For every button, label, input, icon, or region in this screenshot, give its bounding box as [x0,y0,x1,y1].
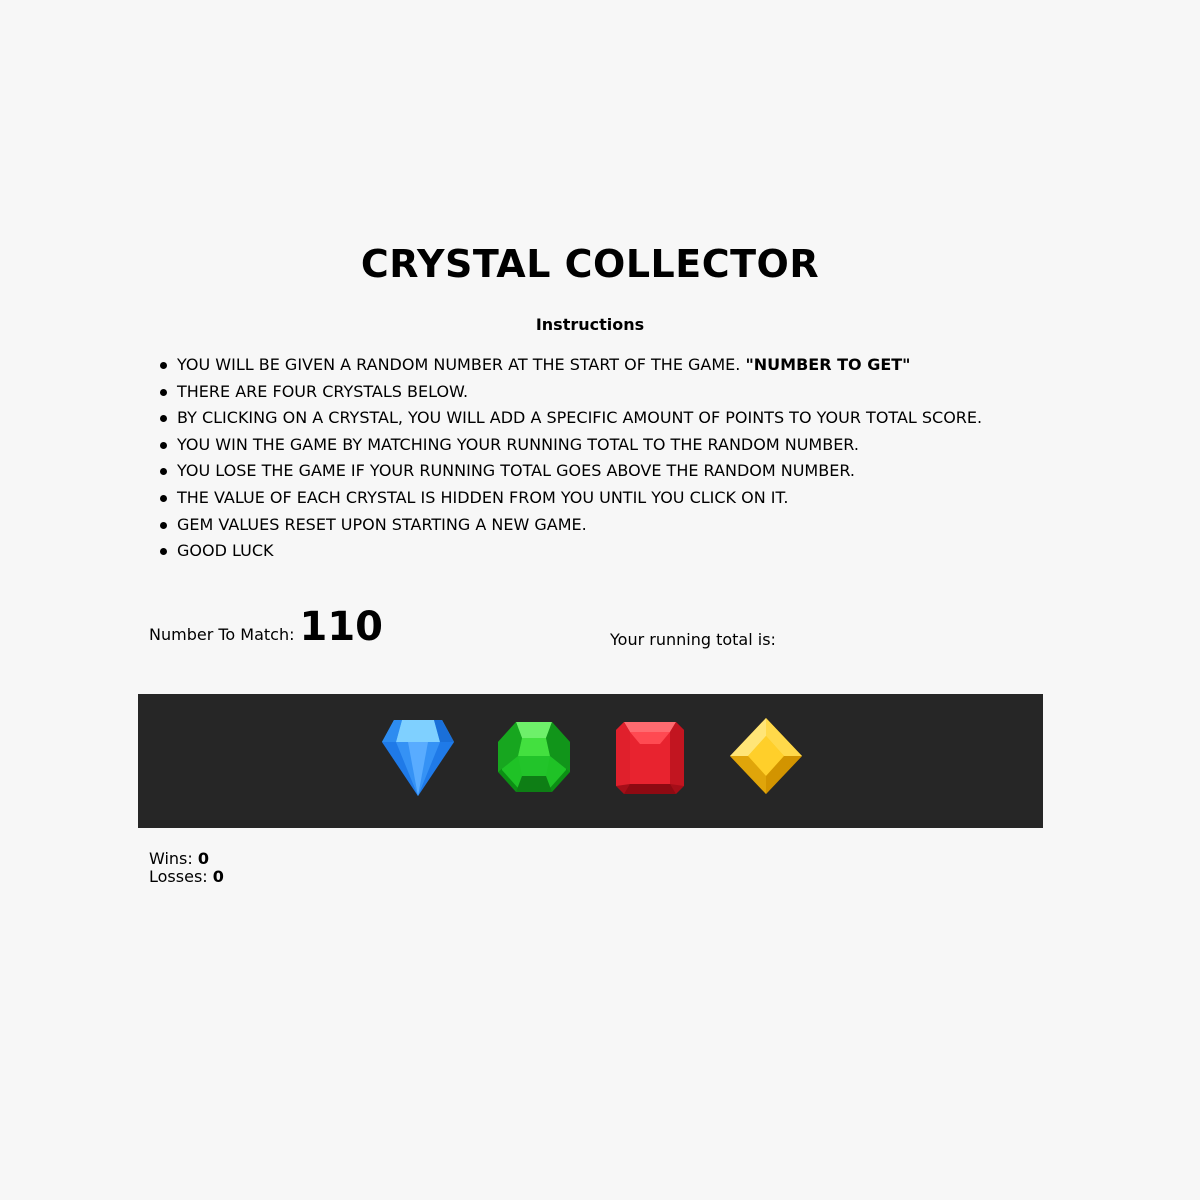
blue-diamond-gem-icon [382,720,454,796]
rule-text: THE VALUE OF EACH CRYSTAL IS HIDDEN FROM… [177,487,789,507]
red-square-gem-icon [616,722,684,794]
rule-text: YOU LOSE THE GAME IF YOUR RUNNING TOTAL … [177,461,855,481]
wins-row: Wins: 0 [149,850,224,868]
target-number-value: 110 [299,604,384,650]
green-crystal-button[interactable] [496,714,572,798]
target-number-display: Number To Match: 110 [149,604,383,660]
game-title: CRYSTAL COLLECTOR [360,242,820,286]
rule-text: YOU WILL BE GIVEN A RANDOM NUMBER AT THE… [177,355,746,374]
scoreboard: Wins: 0 Losses: 0 [149,850,224,886]
wins-label: Wins: [149,849,193,868]
rule-item: YOU LOSE THE GAME IF YOUR RUNNING TOTAL … [158,458,982,485]
running-total-label: Your running total is: [610,630,776,649]
rule-emphasis: "NUMBER TO GET" [745,355,911,374]
yellow-crystal-button[interactable] [728,714,804,798]
rule-item: THERE ARE FOUR CRYSTALS BELOW. [158,379,982,406]
rule-item: YOU WIN THE GAME BY MATCHING YOUR RUNNIN… [158,432,982,459]
wins-count: 0 [197,849,210,868]
instructions-heading: Instructions [535,315,645,334]
rule-item: GOOD LUCK [158,538,982,565]
blue-crystal-button[interactable] [380,714,456,798]
rule-text: THERE ARE FOUR CRYSTALS BELOW. [177,381,469,401]
red-crystal-button[interactable] [612,714,688,798]
rule-text: GOOD LUCK [177,541,274,561]
rule-text: GEM VALUES RESET UPON STARTING A NEW GAM… [177,514,587,534]
rule-text: BY CLICKING ON A CRYSTAL, YOU WILL ADD A… [177,408,983,428]
losses-count: 0 [212,867,224,886]
crystal-bar [138,694,1043,828]
game-page: CRYSTAL COLLECTOR Instructions YOU WILL … [0,0,1200,1200]
rule-item: YOU WILL BE GIVEN A RANDOM NUMBER AT THE… [158,352,982,379]
losses-row: Losses: 0 [149,868,224,886]
rule-item: BY CLICKING ON A CRYSTAL, YOU WILL ADD A… [158,405,982,432]
rule-text: YOU WIN THE GAME BY MATCHING YOUR RUNNIN… [177,434,859,454]
target-number-label: Number To Match: [149,625,295,644]
rule-item: THE VALUE OF EACH CRYSTAL IS HIDDEN FROM… [158,485,982,512]
yellow-rhombus-gem-icon [730,718,802,794]
instructions-list: YOU WILL BE GIVEN A RANDOM NUMBER AT THE… [158,352,982,565]
green-octagon-gem-icon [498,722,570,792]
running-total-display: Your running total is: [610,630,782,649]
losses-label: Losses: [149,867,208,886]
rule-item: GEM VALUES RESET UPON STARTING A NEW GAM… [158,512,982,539]
